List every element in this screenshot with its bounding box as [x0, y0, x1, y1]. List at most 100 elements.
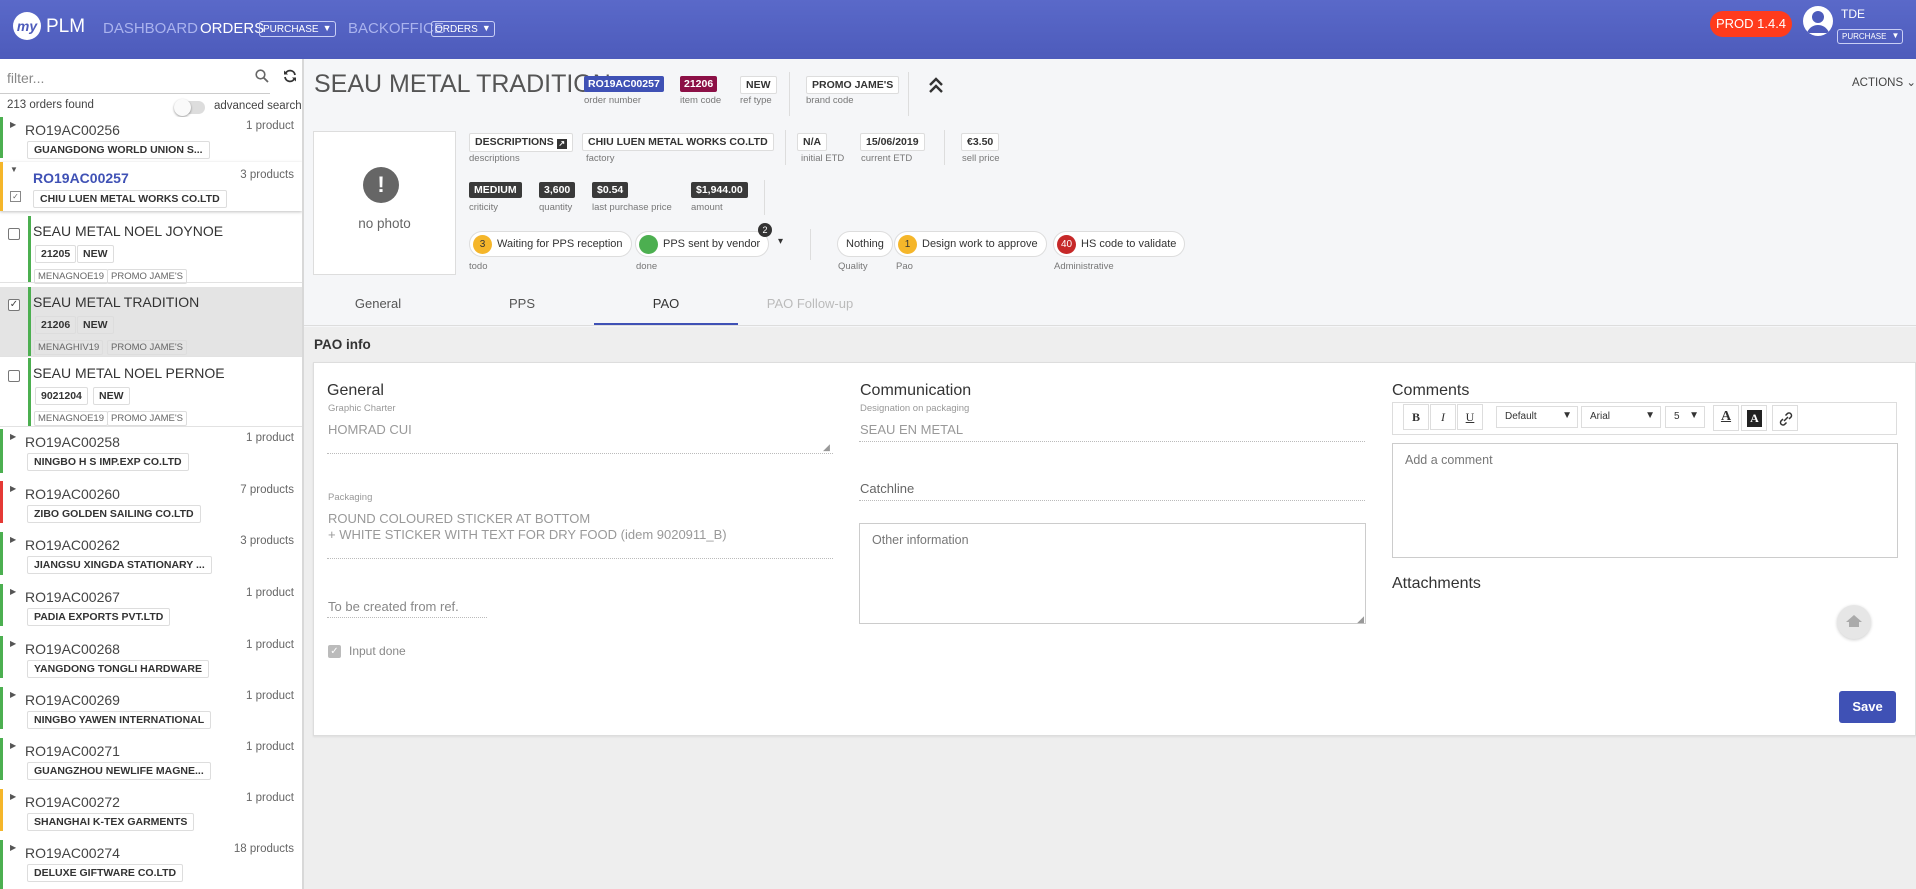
- product-photo-placeholder[interactable]: ! no photo: [313, 131, 456, 275]
- caret-right-icon[interactable]: ▶: [10, 120, 16, 129]
- divider: [810, 229, 811, 260]
- product-title: SEAU METAL NOEL PERNOE: [33, 365, 225, 381]
- order-list-item[interactable]: ▶ RO19AC00262 3 products JIANGSU XINGDA STA…: [0, 532, 302, 575]
- filter-input[interactable]: filter...: [7, 70, 247, 86]
- caret-right-icon[interactable]: ▶: [10, 741, 16, 750]
- done-status-dot: [639, 235, 658, 254]
- resize-handle-icon[interactable]: ◢: [823, 442, 830, 453]
- caret-right-icon[interactable]: ▶: [10, 587, 16, 596]
- style-select[interactable]: Default ▼: [1496, 406, 1578, 428]
- refresh-icon[interactable]: [283, 69, 297, 88]
- nav-backoffice[interactable]: BACKOFFICE: [348, 20, 444, 37]
- status-bar: [0, 789, 3, 831]
- order-list-item[interactable]: ▶ RO19AC00268 1 product YANGDONG TONGLI HAR…: [0, 636, 302, 678]
- descriptions-chip[interactable]: DESCRIPTIONS ↗: [469, 133, 573, 152]
- user-name: TDE: [1841, 7, 1865, 21]
- caret-right-icon[interactable]: ▶: [10, 484, 16, 493]
- order-number-label: order number: [584, 95, 642, 106]
- order-list-item[interactable]: ▶ RO19AC00258 1 product NINGBO H S IMP.EXP …: [0, 429, 302, 473]
- order-list-item[interactable]: ▶ RO19AC00271 1 product GUANGZHOU NEWLIFE M…: [0, 738, 302, 780]
- user-role-value: PURCHASE: [1842, 32, 1887, 41]
- item-code-chip: 9021204: [35, 387, 88, 405]
- quality-status-pill[interactable]: Nothing: [837, 231, 893, 257]
- advanced-search-toggle[interactable]: [174, 99, 205, 116]
- user-avatar-icon[interactable]: [1803, 6, 1833, 36]
- user-role-select[interactable]: PURCHASE ▼: [1837, 29, 1904, 44]
- active-tab-indicator: [594, 323, 738, 325]
- order-list-item[interactable]: ▶ RO19AC00272 1 product SHANGHAI K-TEX GARM…: [0, 789, 302, 831]
- done-status-text: PPS sent by vendor: [663, 238, 761, 250]
- packaging-line-2[interactable]: + WHITE STICKER WITH TEXT FOR DRY FOOD (…: [328, 527, 727, 542]
- product-checkbox[interactable]: ✓: [8, 299, 20, 311]
- orders-type-select[interactable]: PURCHASE ▼: [259, 21, 336, 37]
- catchline-field[interactable]: Catchline: [860, 481, 914, 496]
- nav-orders[interactable]: ORDERS: [200, 20, 264, 37]
- done-label: done: [636, 261, 658, 272]
- bold-button[interactable]: B: [1403, 404, 1429, 430]
- size-select[interactable]: 5 ▼: [1665, 406, 1705, 428]
- product-checkbox[interactable]: [8, 370, 20, 382]
- order-list-item[interactable]: ▼ RO19AC00257 3 products ✓ CHIU LUEN METAL W…: [0, 162, 302, 211]
- order-checkbox[interactable]: ✓: [10, 191, 21, 202]
- caret-right-icon[interactable]: ▶: [10, 432, 16, 441]
- comment-textarea[interactable]: Add a comment: [1392, 443, 1898, 558]
- caret-right-icon[interactable]: ▶: [10, 639, 16, 648]
- collection-tag: MENAGNOE19: [34, 269, 108, 284]
- order-product-count: 1 product: [246, 639, 294, 651]
- tab-pps[interactable]: PPS: [450, 296, 594, 311]
- italic-button[interactable]: I: [1430, 404, 1456, 430]
- vendor-chip: SHANGHAI K-TEX GARMENTS: [27, 813, 195, 831]
- other-information-textarea[interactable]: Other information ◢: [859, 523, 1366, 624]
- input-done-checkbox[interactable]: ✓: [328, 645, 341, 658]
- collapse-up-icon[interactable]: [928, 76, 944, 99]
- font-select[interactable]: Arial ▼: [1581, 406, 1661, 428]
- product-list-item[interactable]: SEAU METAL NOEL PERNOE 9021204 NEW MENAGNOE…: [0, 358, 302, 427]
- chevron-down-icon[interactable]: ▾: [778, 236, 783, 247]
- packaging-line-1[interactable]: ROUND COLOURED STICKER AT BOTTOM: [328, 511, 590, 526]
- tab-pao-follow-up[interactable]: PAO Follow-up: [738, 296, 882, 311]
- order-list-item[interactable]: ▶ RO19AC00269 1 product NINGBO YAWEN INTERN…: [0, 687, 302, 729]
- todo-status-pill[interactable]: 3 Waiting for PPS reception: [469, 231, 632, 257]
- done-status-pill[interactable]: PPS sent by vendor: [635, 231, 770, 257]
- product-checkbox[interactable]: [8, 228, 20, 240]
- order-list-item[interactable]: ▶ RO19AC00256 1 product GUANGDONG WORLD UNI…: [0, 117, 302, 159]
- designation-field[interactable]: SEAU EN METAL: [860, 422, 963, 437]
- tab-general[interactable]: General: [306, 296, 450, 311]
- search-icon[interactable]: [255, 69, 269, 86]
- status-bar: [0, 481, 3, 523]
- app-name[interactable]: PLM: [46, 16, 85, 38]
- link-icon[interactable]: [1772, 405, 1798, 431]
- resize-handle-icon[interactable]: ◢: [1357, 614, 1364, 625]
- caret-right-icon[interactable]: ▶: [10, 843, 16, 852]
- caret-down-icon: ▼: [1562, 410, 1572, 421]
- caret-right-icon[interactable]: ▶: [10, 535, 16, 544]
- text-color-icon[interactable]: A: [1713, 405, 1739, 431]
- save-button[interactable]: Save: [1839, 691, 1896, 723]
- vendor-chip: YANGDONG TONGLI HARDWARE: [27, 660, 210, 678]
- to-be-created-field[interactable]: To be created from ref.: [328, 599, 459, 614]
- caret-right-icon[interactable]: ▶: [10, 792, 16, 801]
- order-list-item[interactable]: ▶ RO19AC00267 1 product PADIA EXPORTS PVT.L…: [0, 584, 302, 626]
- upload-icon[interactable]: [1837, 605, 1871, 639]
- vendor-chip: GUANGZHOU NEWLIFE MAGNE...: [27, 762, 211, 780]
- caret-down-icon[interactable]: ▼: [10, 165, 18, 174]
- order-list-item[interactable]: ▶ RO19AC00274 18 products DELUXE GIFTWARE C…: [0, 840, 302, 889]
- app-logo[interactable]: my: [13, 12, 41, 40]
- underline-button[interactable]: U: [1457, 404, 1483, 430]
- nav-dashboard[interactable]: DASHBOARD: [103, 20, 198, 37]
- product-list-item[interactable]: SEAU METAL NOEL JOYNOE 21205 NEW MENAGNOE19…: [0, 216, 302, 284]
- status-bar: [0, 738, 3, 780]
- order-list-item[interactable]: ▶ RO19AC00260 7 products ZIBO GOLDEN SAILIN…: [0, 481, 302, 523]
- pao-status-pill[interactable]: 1 Design work to approve: [894, 231, 1047, 257]
- actions-menu[interactable]: ACTIONS ⌄: [1852, 75, 1916, 89]
- no-photo-text: no photo: [358, 216, 411, 231]
- product-list-item[interactable]: ✓ SEAU METAL TRADITION 21206 NEW MENAGHIV19 P…: [0, 287, 302, 357]
- highlight-color-icon[interactable]: A: [1741, 405, 1767, 431]
- quantity-label: quantity: [539, 202, 573, 213]
- admin-status-pill[interactable]: 40 HS code to validate: [1053, 231, 1186, 257]
- backoffice-select[interactable]: ORDERS ▼: [431, 21, 495, 37]
- caret-right-icon[interactable]: ▶: [10, 690, 16, 699]
- todo-label: todo: [469, 261, 488, 272]
- tab-pao[interactable]: PAO: [594, 296, 738, 311]
- graphic-charter-field[interactable]: HOMRAD CUI: [328, 422, 412, 437]
